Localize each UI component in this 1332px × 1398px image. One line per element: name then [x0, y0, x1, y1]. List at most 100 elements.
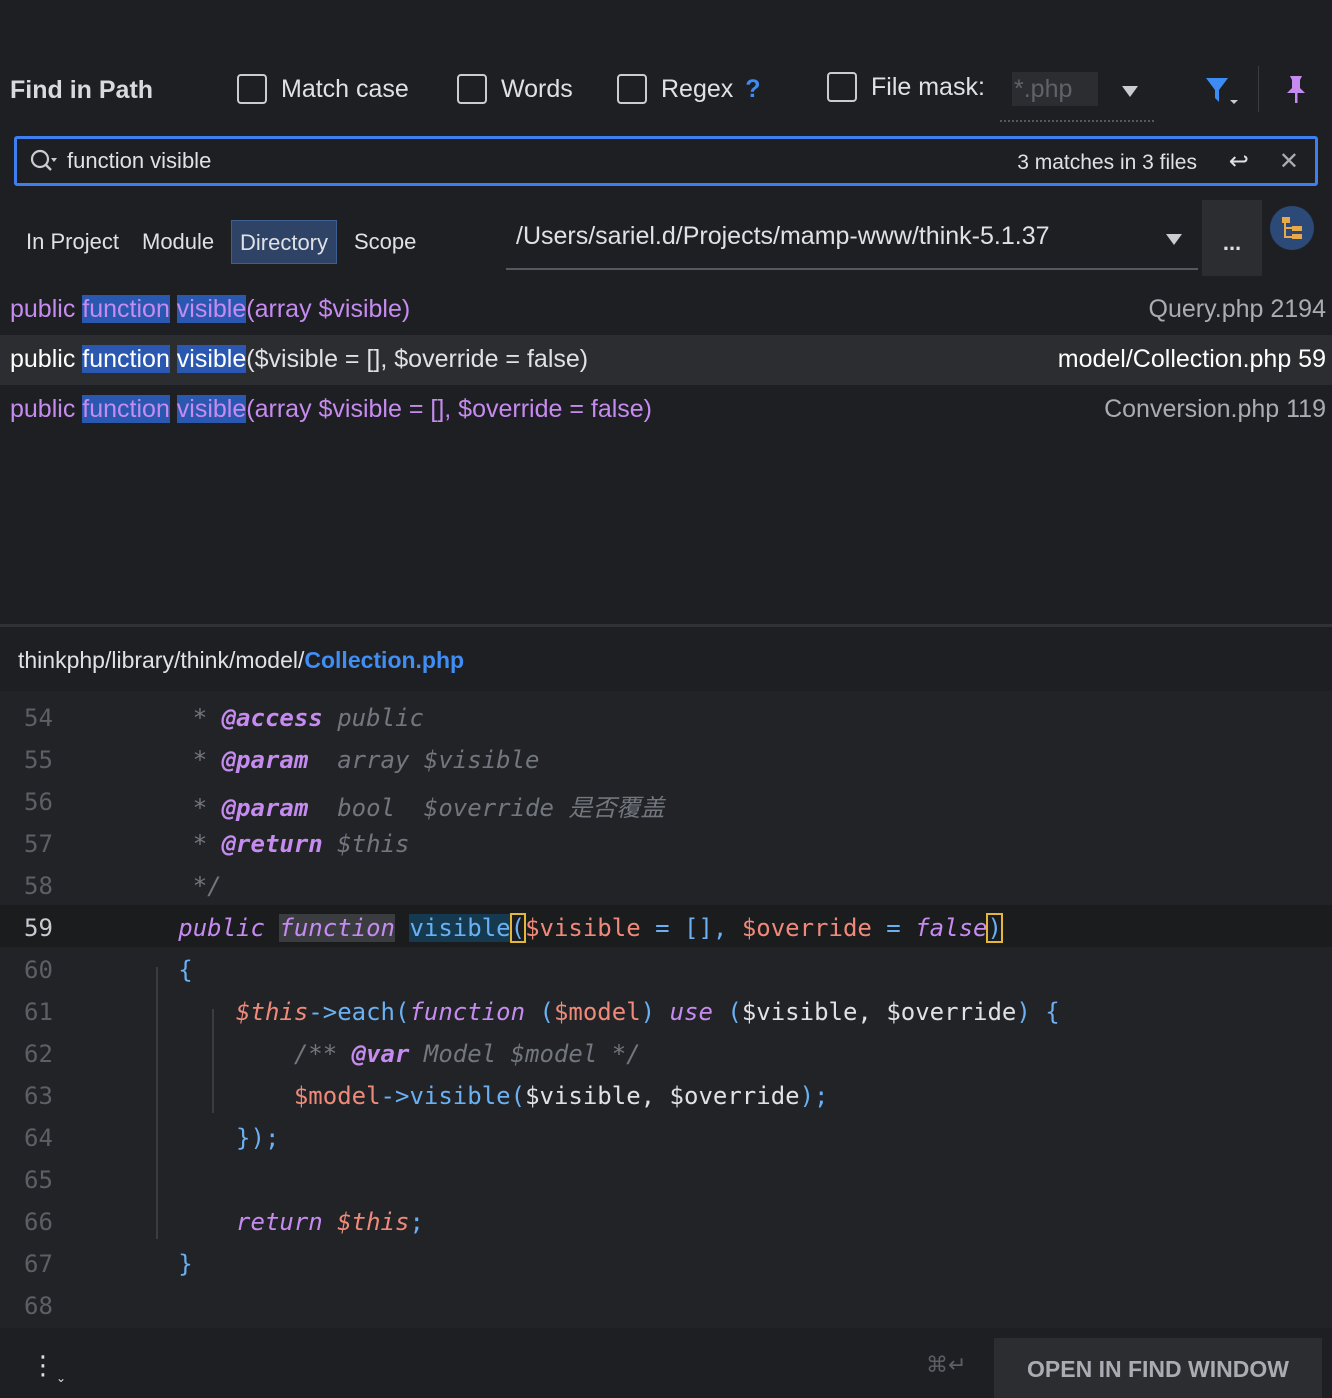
match-count: 3 matches in 3 files: [1017, 151, 1197, 174]
line-number: 59: [24, 914, 53, 942]
code-line: 66 return $this;: [0, 1199, 1332, 1241]
result-row[interactable]: public function visible(array $visible) …: [0, 285, 1332, 335]
result-match-1: function: [82, 395, 170, 423]
code-line: 65: [0, 1157, 1332, 1199]
line-number: 61: [24, 998, 53, 1026]
file-mask-underline: [1000, 120, 1154, 122]
line-number: 55: [24, 746, 53, 774]
browse-button[interactable]: ...: [1202, 200, 1262, 276]
line-number: 58: [24, 872, 53, 900]
result-row-selected[interactable]: public function visible($visible = [], $…: [0, 335, 1332, 385]
line-number: 57: [24, 830, 53, 858]
match-case-checkbox[interactable]: Match case: [237, 74, 409, 104]
recursive-toggle[interactable]: [1270, 206, 1314, 250]
code-line: 68: [0, 1283, 1332, 1325]
line-number: 64: [24, 1124, 53, 1152]
result-rest: ($visible = [], $override = false): [246, 345, 589, 373]
result-match-2: visible: [176, 295, 247, 323]
code-preview[interactable]: 54 * @access public 55 * @param array $v…: [0, 691, 1332, 1328]
line-number: 54: [24, 704, 53, 732]
regex-checkbox[interactable]: Regex ?: [617, 74, 761, 104]
popup-footer: ⋮⌄ ⌘↵ OPEN IN FIND WINDOW: [0, 1328, 1332, 1398]
words-checkbox[interactable]: Words: [457, 74, 573, 104]
open-in-find-window-button[interactable]: OPEN IN FIND WINDOW: [994, 1338, 1322, 1398]
result-code: public function visible(array $visible =…: [10, 395, 652, 424]
code-line: 58 */: [0, 863, 1332, 905]
tab-scope[interactable]: Scope: [346, 220, 424, 264]
folder-tree-icon: [1282, 217, 1302, 239]
result-match-1: function: [82, 295, 170, 323]
line-number: 68: [24, 1292, 53, 1320]
search-field[interactable]: 3 matches in 3 files ↩ ✕: [14, 136, 1318, 186]
tab-in-project-label: In Project: [26, 229, 119, 254]
search-history-icon[interactable]: [29, 148, 59, 176]
directory-dropdown-icon[interactable]: [1166, 234, 1182, 245]
code-line-current: 59 public function visible($visible = []…: [0, 905, 1332, 947]
preview-header: thinkphp/library/think/model/Collection.…: [0, 627, 1332, 691]
directory-path[interactable]: /Users/sariel.d/Projects/mamp-www/think-…: [516, 222, 1050, 251]
match-case-label: Match case: [281, 74, 409, 103]
result-match-1: function: [82, 345, 170, 373]
line-source: * @param bool $override 是否覆盖: [192, 794, 665, 822]
file-mask-label: File mask:: [871, 72, 985, 101]
result-code: public function visible(array $visible): [10, 295, 410, 324]
code-line: 54 * @access public: [0, 695, 1332, 737]
tab-directory[interactable]: Directory: [231, 220, 338, 264]
line-number: 56: [24, 788, 53, 816]
result-code: public function visible($visible = [], $…: [10, 345, 588, 374]
tab-scope-label: Scope: [354, 229, 417, 254]
line-number: 66: [24, 1208, 53, 1236]
file-mask-checkbox[interactable]: File mask:: [827, 72, 985, 102]
code-line: 62 /** @var Model $model */: [0, 1031, 1332, 1073]
shortcut-hint: ⌘↵: [926, 1352, 967, 1377]
file-mask-box[interactable]: [827, 72, 857, 102]
tab-in-project[interactable]: In Project: [18, 220, 127, 264]
result-row[interactable]: public function visible(array $visible =…: [0, 385, 1332, 435]
line-number: 62: [24, 1040, 53, 1068]
directory-path-underline: [506, 268, 1198, 270]
regex-box[interactable]: [617, 74, 647, 104]
file-mask-input[interactable]: *.php: [1012, 72, 1098, 106]
result-rest: (array $visible = [], $override = false): [246, 395, 653, 423]
popup-title: Find in Path: [10, 76, 154, 104]
line-source: });: [236, 1124, 280, 1152]
match-case-box[interactable]: [237, 74, 267, 104]
filter-icon[interactable]: [1204, 76, 1244, 108]
new-line-icon[interactable]: ↩: [1229, 147, 1249, 176]
result-file: Query.php 2194: [1148, 295, 1326, 323]
result-keyword: public: [10, 395, 76, 423]
regex-help-icon[interactable]: ?: [745, 75, 760, 104]
tab-module-label: Module: [142, 229, 215, 254]
preview-file-name[interactable]: Collection.php: [304, 647, 464, 673]
preview-path-prefix: thinkphp/library/think/model/: [18, 647, 305, 673]
line-number: 63: [24, 1082, 53, 1110]
line-source: * @param array $visible: [192, 746, 540, 774]
file-mask-dropdown-icon[interactable]: [1122, 86, 1138, 97]
line-number: 67: [24, 1250, 53, 1278]
line-number: 65: [24, 1166, 53, 1194]
code-line: 64 });: [0, 1115, 1332, 1157]
result-match-2: visible: [176, 345, 247, 373]
code-line: 63 $model->visible($visible, $override);: [0, 1073, 1332, 1115]
code-line: 67 }: [0, 1241, 1332, 1283]
line-source: $this->each(function ($model) use ($visi…: [236, 998, 1060, 1026]
line-source: * @return $this: [192, 830, 410, 858]
tab-module[interactable]: Module: [134, 220, 222, 264]
more-options-icon[interactable]: ⋮⌄: [30, 1350, 66, 1385]
clear-search-icon[interactable]: ✕: [1279, 147, 1299, 176]
line-source: * @access public: [192, 704, 424, 732]
toolbar-separator: [1258, 66, 1259, 112]
words-box[interactable]: [457, 74, 487, 104]
result-file: model/Collection.php 59: [1057, 345, 1326, 373]
search-input[interactable]: [67, 146, 767, 176]
line-source: public function visible($visible = [], $…: [178, 913, 1003, 943]
result-file: Conversion.php 119: [1104, 395, 1326, 423]
code-line: 60 {: [0, 947, 1332, 989]
pin-icon[interactable]: [1284, 74, 1308, 106]
code-line: 61 $this->each(function ($model) use ($v…: [0, 989, 1332, 1031]
line-source: }: [178, 1250, 193, 1278]
find-in-path-popup: Find in Path Match case Words Regex ? Fi…: [0, 0, 1332, 625]
line-source: $model->visible($visible, $override);: [293, 1082, 829, 1110]
words-label: Words: [501, 74, 573, 103]
result-rest: (array $visible): [246, 295, 411, 323]
